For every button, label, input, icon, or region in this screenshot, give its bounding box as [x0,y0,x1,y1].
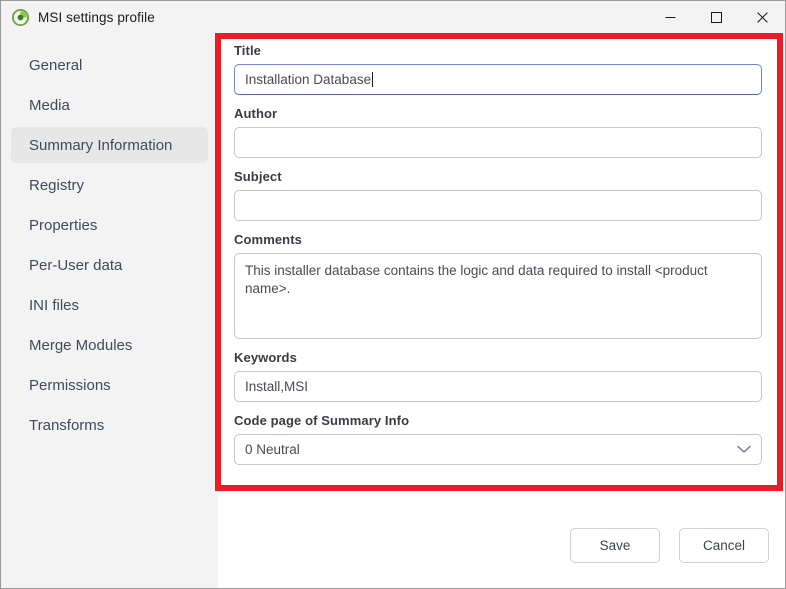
sidebar-item-registry[interactable]: Registry [11,167,208,203]
sidebar-item-summary-information[interactable]: Summary Information [11,127,208,163]
sidebar-item-label: INI files [29,296,80,314]
title-bar-left: MSI settings profile [1,1,647,34]
window-title: MSI settings profile [38,10,155,25]
field-subject: Subject [234,169,762,221]
text-caret [372,72,374,87]
field-comments: Comments This installer database contain… [234,232,762,339]
sidebar-item-properties[interactable]: Properties [11,207,208,243]
field-title: Title Installation Database [234,43,762,95]
code-page-label: Code page of Summary Info [234,413,410,428]
title-input[interactable]: Installation Database [234,64,762,95]
msi-settings-window: MSI settings profile General Media Summa… [0,0,786,589]
content-panel: Title Installation Database Author Subje… [218,34,785,588]
sidebar-item-ini-files[interactable]: INI files [11,287,208,323]
close-button[interactable] [739,1,785,34]
sidebar-item-general[interactable]: General [11,47,208,83]
subject-label: Subject [234,169,282,184]
field-author: Author [234,106,762,158]
sidebar-item-label: Merge Modules [29,336,133,354]
author-label: Author [234,106,278,121]
field-keywords: Keywords Install,MSI [234,350,762,402]
subject-input[interactable] [234,190,762,221]
save-button[interactable]: Save [570,528,660,563]
title-bar: MSI settings profile [1,1,785,34]
author-input[interactable] [234,127,762,158]
maximize-button[interactable] [693,1,739,34]
window-controls [647,1,785,34]
sidebar-item-label: Summary Information [29,136,173,154]
minimize-button[interactable] [647,1,693,34]
comments-label: Comments [234,232,302,247]
sidebar-item-label: General [29,56,83,74]
sidebar-item-label: Properties [29,216,98,234]
code-page-select[interactable]: 0 Neutral [234,434,762,465]
summary-information-form: Title Installation Database Author Subje… [234,43,762,465]
sidebar-item-transforms[interactable]: Transforms [11,407,208,443]
cancel-button[interactable]: Cancel [679,528,769,563]
footer-actions: Save Cancel [570,528,769,563]
sidebar-item-label: Per-User data [29,256,123,274]
chevron-down-icon [737,445,751,454]
sidebar-item-merge-modules[interactable]: Merge Modules [11,327,208,363]
keywords-label: Keywords [234,350,297,365]
sidebar-item-per-user-data[interactable]: Per-User data [11,247,208,283]
code-page-select-value: 0 Neutral [245,442,300,457]
sidebar-item-label: Permissions [29,376,111,394]
comments-textarea[interactable]: This installer database contains the log… [234,253,762,339]
sidebar: General Media Summary Information Regist… [1,34,218,588]
keywords-input-value: Install,MSI [245,379,309,394]
msi-profile-icon [12,9,29,26]
title-input-value: Installation Database [245,72,372,87]
keywords-input[interactable]: Install,MSI [234,371,762,402]
sidebar-item-media[interactable]: Media [11,87,208,123]
sidebar-item-label: Media [29,96,70,114]
field-code-page: Code page of Summary Info 0 Neutral [234,413,762,465]
title-label: Title [234,43,261,58]
comments-textarea-value: This installer database contains the log… [245,263,708,297]
sidebar-item-label: Transforms [29,416,105,434]
sidebar-item-permissions[interactable]: Permissions [11,367,208,403]
sidebar-item-label: Registry [29,176,85,194]
